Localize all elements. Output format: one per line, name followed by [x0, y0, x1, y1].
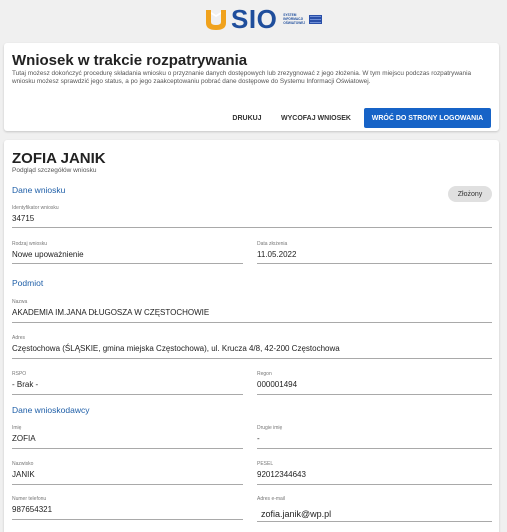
field-application-id: Identyfikator wniosku 34715: [12, 205, 492, 228]
status-title: Wniosek w trakcie rozpatrywania: [12, 52, 248, 69]
field-regon: Regon 000001494: [257, 371, 492, 395]
field-submission-date: Data złożenia 11.05.2022: [257, 241, 492, 264]
sio-logo: SIO SYSTEM INFORMACJI OŚWIATOWEJ: [203, 4, 323, 34]
applicant-name: ZOFIA JANIK: [12, 150, 106, 167]
withdraw-button[interactable]: WYCOFAJ WNIOSEK: [276, 108, 356, 128]
field-rspo: RSPO - Brak -: [12, 371, 243, 395]
section-entity: Podmiot: [12, 278, 44, 288]
field-phone: Numer telefonu 987654321: [12, 496, 243, 520]
field-email: Adres e-mail zofia.janik@wp.pl: [257, 496, 492, 522]
field-second-name: Drugie imię -: [257, 425, 492, 449]
section-applicant: Dane wnioskodawcy: [12, 405, 90, 415]
book-u-icon: [203, 6, 229, 32]
field-pesel: PESEL 92012344643: [257, 461, 492, 485]
details-subtitle: Podgląd szczegółów wniosku: [12, 167, 97, 174]
logo-subtext: SYSTEM INFORMACJI OŚWIATOWEJ: [283, 13, 306, 25]
status-badge: Złożony: [448, 186, 492, 202]
field-entity-name: Nazwa AKADEMIA IM.JANA DŁUGOSZA W CZĘSTO…: [12, 299, 492, 323]
logo-bar: SIO SYSTEM INFORMACJI OŚWIATOWEJ: [0, 0, 507, 40]
print-button[interactable]: DRUKUJ: [222, 108, 272, 128]
field-application-type: Rodzaj wniosku Nowe upoważnienie: [12, 241, 243, 264]
field-entity-address: Adres Częstochowa (ŚLĄSKIE, gmina miejsk…: [12, 335, 492, 359]
field-surname: Nazwisko JANIK: [12, 461, 243, 485]
section-application: Dane wniosku: [12, 185, 66, 195]
status-description: Tutaj możesz dokończyć procedurę składan…: [12, 70, 472, 86]
back-to-login-button[interactable]: WRÓĆ DO STRONY LOGOWANIA: [364, 108, 491, 128]
logo-text: SIO: [231, 4, 278, 34]
eu-flag-icon: [309, 14, 323, 24]
field-first-name: Imię ZOFIA: [12, 425, 243, 449]
